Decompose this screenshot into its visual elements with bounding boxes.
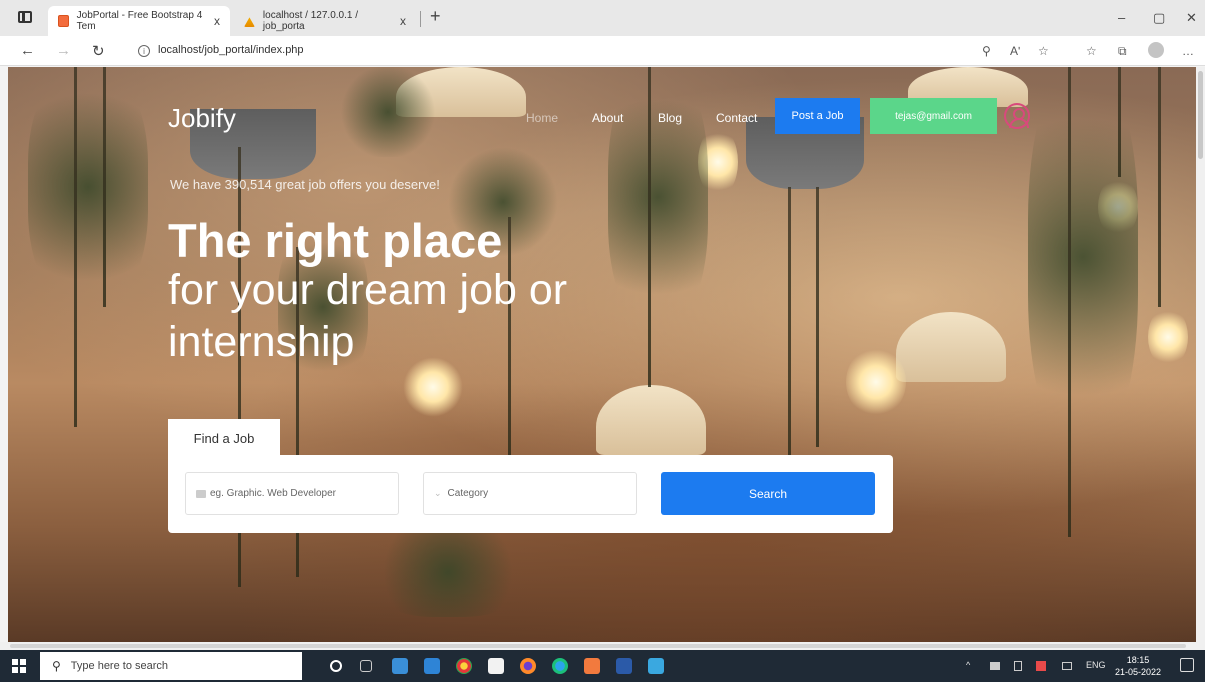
profile-icon[interactable]	[1148, 42, 1164, 58]
post-job-button[interactable]: Post a Job	[775, 98, 860, 134]
xampp-icon[interactable]	[584, 658, 600, 674]
battery-icon[interactable]	[1014, 661, 1022, 671]
taskbar-search-box[interactable]: ⚲ Type here to search	[40, 652, 302, 680]
nav-about[interactable]: About	[592, 111, 623, 125]
favorite-add-icon[interactable]: ☆	[1038, 44, 1049, 58]
notepad-icon[interactable]	[488, 658, 504, 674]
file-explorer-icon[interactable]	[392, 658, 408, 674]
search-button[interactable]: Search	[661, 472, 875, 515]
tab-label: JobPortal - Free Bootstrap 4 Tem	[76, 10, 203, 32]
notification-icon[interactable]	[1180, 658, 1194, 672]
user-avatar-icon[interactable]	[1004, 103, 1030, 129]
maximize-button[interactable]: ▢	[1153, 10, 1165, 26]
refresh-icon[interactable]: ↻	[92, 42, 105, 60]
phpmyadmin-favicon-icon	[244, 17, 255, 27]
category-placeholder: Category	[447, 488, 489, 499]
find-job-tab[interactable]: Find a Job	[168, 419, 280, 457]
tab-actions-icon[interactable]	[18, 11, 32, 23]
new-tab-button[interactable]: +	[430, 6, 441, 27]
mail-icon[interactable]	[424, 658, 440, 674]
read-aloud-icon[interactable]: Aʹ	[1010, 44, 1020, 58]
tray-overflow-icon[interactable]: ^	[966, 660, 970, 670]
user-email-button[interactable]: tejas@gmail.com	[870, 98, 997, 134]
hero-headline: The right place	[168, 214, 503, 267]
keyword-placeholder: eg. Graphic. Web Developer	[210, 488, 336, 499]
tab-phpmyadmin[interactable]: localhost / 127.0.0.1 / job_porta x	[234, 6, 416, 36]
chevron-down-icon: ⌄	[434, 488, 442, 498]
language-indicator[interactable]: ENG	[1086, 660, 1106, 670]
volume-icon[interactable]	[1062, 662, 1072, 670]
word-icon[interactable]	[616, 658, 632, 674]
briefcase-icon	[196, 489, 206, 498]
hero-tagline: We have 390,514 great job offers you des…	[170, 177, 440, 192]
windows-start-icon[interactable]	[12, 659, 26, 673]
jobportal-favicon-icon	[58, 15, 69, 27]
tab-jobportal[interactable]: JobPortal - Free Bootstrap 4 Tem x	[48, 6, 230, 36]
nav-contact[interactable]: Contact	[716, 111, 757, 125]
taskbar-search-placeholder: Type here to search	[70, 660, 169, 672]
browser-tab-bar: JobPortal - Free Bootstrap 4 Tem x local…	[0, 0, 1205, 36]
chrome-icon[interactable]	[456, 658, 472, 674]
tab-close-icon[interactable]: x	[400, 14, 406, 28]
wifi-icon[interactable]	[990, 662, 1000, 670]
close-window-button[interactable]: ✕	[1186, 10, 1197, 26]
edge-icon[interactable]	[552, 658, 568, 674]
tab-divider	[420, 11, 421, 27]
nav-home[interactable]: Home	[526, 111, 558, 125]
nav-blog[interactable]: Blog	[658, 111, 682, 125]
collections-icon[interactable]: ⧉	[1118, 44, 1127, 59]
site-info-icon[interactable]: i	[138, 45, 150, 57]
job-search-form: eg. Graphic. Web Developer ⌄ Category Se…	[168, 455, 893, 533]
taskbar-clock[interactable]: 18:15 21-05-2022	[1115, 654, 1161, 678]
tab-close-icon[interactable]: x	[214, 14, 220, 28]
keyword-input[interactable]: eg. Graphic. Web Developer	[185, 472, 399, 515]
vertical-scrollbar[interactable]	[1196, 67, 1205, 642]
firefox-icon[interactable]	[520, 658, 536, 674]
address-bar: ← → ↻ i localhost/job_portal/index.php ⚲…	[0, 36, 1205, 66]
photos-icon[interactable]	[648, 658, 664, 674]
minimize-button[interactable]: –	[1118, 10, 1125, 25]
tab-label: localhost / 127.0.0.1 / job_porta	[262, 10, 358, 32]
antivirus-icon[interactable]	[1036, 661, 1046, 671]
hero-subheadline: for your dream job or internship	[168, 266, 568, 366]
site-logo[interactable]: Jobify	[168, 103, 236, 134]
clock-time: 18:15	[1126, 655, 1150, 665]
url-field[interactable]: localhost/job_portal/index.php	[158, 44, 304, 56]
horizontal-scrollbar[interactable]	[0, 642, 1205, 650]
category-select[interactable]: ⌄ Category	[423, 472, 637, 515]
scrollbar-thumb[interactable]	[10, 644, 1186, 648]
zoom-icon[interactable]: ⚲	[982, 44, 991, 58]
task-view-icon[interactable]	[360, 660, 372, 672]
favorites-icon[interactable]: ☆	[1086, 44, 1097, 58]
clock-date: 21-05-2022	[1115, 667, 1162, 677]
search-icon: ⚲	[52, 659, 61, 673]
scrollbar-thumb[interactable]	[1198, 71, 1203, 159]
forward-icon[interactable]: →	[56, 42, 71, 59]
back-icon[interactable]: ←	[20, 42, 35, 59]
hero-section: Jobify Home About Blog Contact Post a Jo…	[8, 67, 1196, 642]
windows-taskbar: ⚲ Type here to search ^ ENG 18:15 21-05-…	[0, 650, 1205, 682]
more-icon[interactable]: …	[1182, 44, 1194, 58]
cortana-icon[interactable]	[330, 660, 342, 672]
